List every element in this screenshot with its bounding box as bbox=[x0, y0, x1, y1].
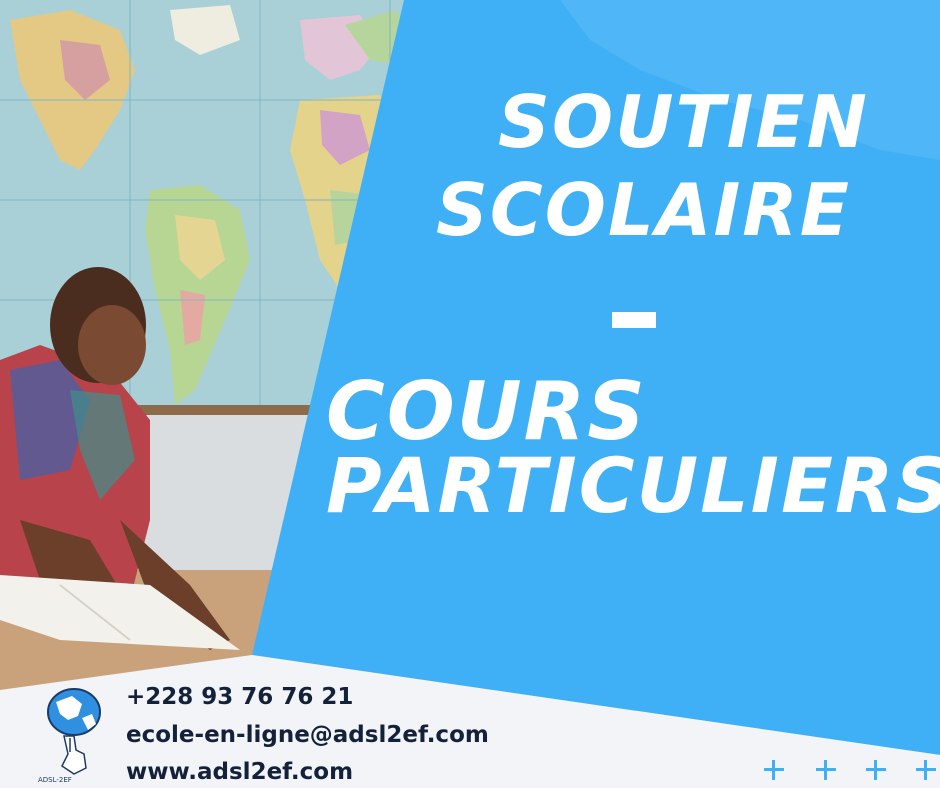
classroom-photo bbox=[0, 0, 520, 690]
headline-line-scolaire: SCOLAIRE bbox=[436, 168, 851, 252]
plus-icon bbox=[814, 758, 836, 780]
plus-icon bbox=[914, 758, 936, 780]
contact-phone: +228 93 76 76 21 bbox=[126, 684, 354, 710]
promo-card: SOUTIEN SCOLAIRE COURS PARTICULIERS ADSL… bbox=[0, 0, 940, 788]
plus-icon bbox=[762, 758, 784, 780]
plus-icon bbox=[864, 758, 886, 780]
headline-line-cours: COURS bbox=[326, 365, 647, 458]
headline-separator bbox=[612, 312, 656, 328]
contact-website[interactable]: www.adsl2ef.com bbox=[126, 761, 353, 784]
headline-line-particuliers: PARTICULIERS bbox=[326, 441, 940, 530]
headline-line-soutien: SOUTIEN bbox=[498, 80, 869, 164]
student-with-map-illustration bbox=[0, 0, 520, 690]
globe-hand-logo: ADSL-2EF bbox=[38, 688, 101, 784]
logo-text: ADSL-2EF bbox=[38, 776, 72, 784]
plus-decorations bbox=[760, 758, 940, 788]
contact-email[interactable]: ecole-en-ligne@adsl2ef.com bbox=[126, 724, 489, 747]
